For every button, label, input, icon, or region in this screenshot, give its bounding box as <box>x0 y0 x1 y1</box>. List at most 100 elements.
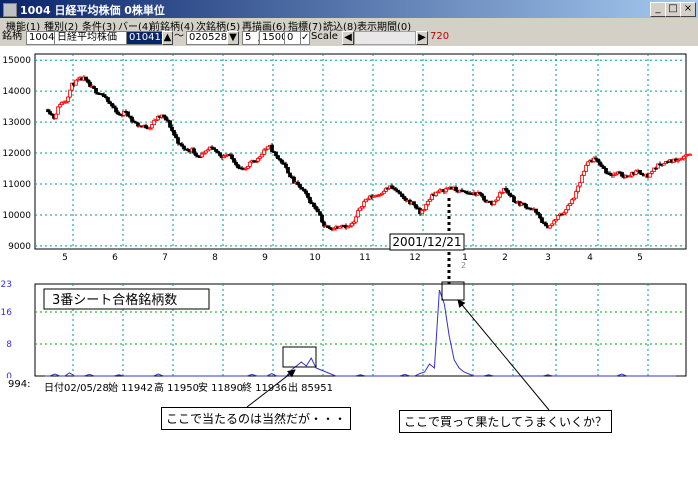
candle-body <box>576 185 580 192</box>
count-title: 3番シート合格銘柄数 <box>52 292 177 308</box>
month-tick-label: 9 <box>262 253 268 263</box>
annotation-date-text: 2001/12/21 <box>392 235 461 249</box>
scroll-track[interactable] <box>354 31 416 45</box>
price-tick-label: 13000 <box>2 118 31 128</box>
count-tick-label: 23 <box>1 280 12 290</box>
candle-body <box>288 172 292 178</box>
candle-body <box>298 184 302 188</box>
candle-body <box>454 186 458 191</box>
price-tick-label: 10000 <box>2 211 31 221</box>
candle-body <box>534 208 538 213</box>
price-tick-label: 9000 <box>8 242 31 252</box>
candle-body <box>150 124 154 129</box>
price-frame <box>34 53 687 250</box>
month-tick-label: 6 <box>112 253 118 263</box>
annotation-marker-label: 2 <box>461 261 466 270</box>
date-separator: 〜 <box>174 31 184 42</box>
app-icon <box>3 3 17 17</box>
candle-body <box>574 191 578 199</box>
scroll-right-button[interactable]: ▶ <box>416 31 428 45</box>
candle-body <box>496 196 500 201</box>
candle-body <box>248 161 252 167</box>
callout-left: ここで当たるのは当然だが・・・ <box>161 407 352 430</box>
candle-body <box>276 155 280 160</box>
date-from-input[interactable]: 010413 <box>126 31 167 45</box>
month-tick-label: 8 <box>212 253 218 263</box>
month-tick-label: 2 <box>502 253 508 263</box>
candle-body <box>218 152 222 156</box>
candle-body <box>66 96 70 102</box>
close-button[interactable]: × <box>680 2 696 17</box>
candle-body <box>566 205 570 211</box>
candle-body <box>356 210 360 218</box>
candle-body <box>170 126 174 131</box>
date-to-dropdown[interactable]: ▼ <box>227 31 239 45</box>
candle-body <box>270 144 274 152</box>
candle-body <box>638 170 642 174</box>
scroll-left-button[interactable]: ◀ <box>342 31 354 45</box>
candle-body <box>586 161 590 166</box>
stock-code-input[interactable]: 1004 <box>26 31 56 45</box>
candle-body <box>312 202 316 208</box>
date-from-spin[interactable]: ▲ <box>162 31 173 45</box>
candle-body <box>512 196 516 203</box>
candle-body <box>412 201 416 206</box>
candle-body <box>308 197 312 204</box>
candle-body <box>284 163 288 168</box>
price-tick-label: 15000 <box>2 56 31 66</box>
candle-body <box>182 145 186 150</box>
candle-body <box>540 217 544 223</box>
toolbar: 銘柄 1004 日経平均株価 010413 ▲ 〜 020528 ▼ 5 ▲ 1… <box>0 31 698 45</box>
candle-body <box>414 204 418 209</box>
price-tick-label: 11000 <box>2 180 31 190</box>
candle-body <box>200 153 204 158</box>
candle-body <box>544 222 548 227</box>
date-to-select[interactable]: 020528 <box>186 31 230 45</box>
candle-body <box>168 120 172 128</box>
candle-body <box>68 89 72 98</box>
peak-highlight-box <box>441 281 465 301</box>
candle-body <box>256 157 260 162</box>
candle-body <box>688 153 692 156</box>
candle-body <box>172 130 176 135</box>
candle-body <box>582 170 586 176</box>
minimize-button[interactable]: _ <box>650 2 666 17</box>
month-tick-label: 12 <box>409 253 420 263</box>
candle-body <box>126 111 130 117</box>
info-bar: 994: 日付02/05/28 始 11942 高 11950 安 11890 … <box>0 378 698 394</box>
maximize-button[interactable]: □ <box>665 2 681 17</box>
month-tick-label: 7 <box>162 253 168 263</box>
candle-body <box>648 172 652 178</box>
callout-right: ここで買って果たしてうまくいくか？ <box>399 410 613 433</box>
candle-body <box>552 220 556 225</box>
stock-name-field: 日経平均株価 <box>54 31 128 45</box>
window-title: 1004 日経平均株価 0株単位 <box>20 4 165 17</box>
candle-body <box>274 151 278 156</box>
count-input[interactable]: 1500 <box>259 31 287 45</box>
candle-body <box>580 174 584 184</box>
candle-body <box>88 81 92 87</box>
scale-checkbox[interactable]: ✓ <box>300 31 310 45</box>
chart-area: 9000 10000 11000 12000 13000 14000 15000 5 6 7 8 9 1… <box>0 46 698 384</box>
candle-body <box>570 199 574 204</box>
candle-body <box>578 182 582 187</box>
candle-body <box>174 134 178 139</box>
candle-body <box>620 172 624 177</box>
candle-body <box>306 193 310 198</box>
chart-canvas: 9000 10000 11000 12000 13000 14000 15000 5 6 7 8 9 1… <box>1 53 692 382</box>
candle-body <box>354 216 358 223</box>
candle-body <box>584 164 588 172</box>
candle-body <box>176 137 180 144</box>
candle-body <box>164 116 168 121</box>
month-tick-label: 5 <box>62 253 68 263</box>
stock-label: 銘柄 <box>2 31 22 42</box>
candle-body <box>106 97 110 103</box>
candle-body <box>130 116 134 122</box>
count-tick-label: 16 <box>1 308 13 318</box>
candle-body <box>286 167 290 174</box>
candle-body <box>56 106 60 115</box>
candle-body <box>54 113 58 119</box>
candle-body <box>424 204 428 210</box>
candle-body <box>596 158 600 163</box>
app-window: 1004 日経平均株価 0株単位 _ □ × 機能(1) 種別(2) 条件(3)… <box>0 0 698 477</box>
